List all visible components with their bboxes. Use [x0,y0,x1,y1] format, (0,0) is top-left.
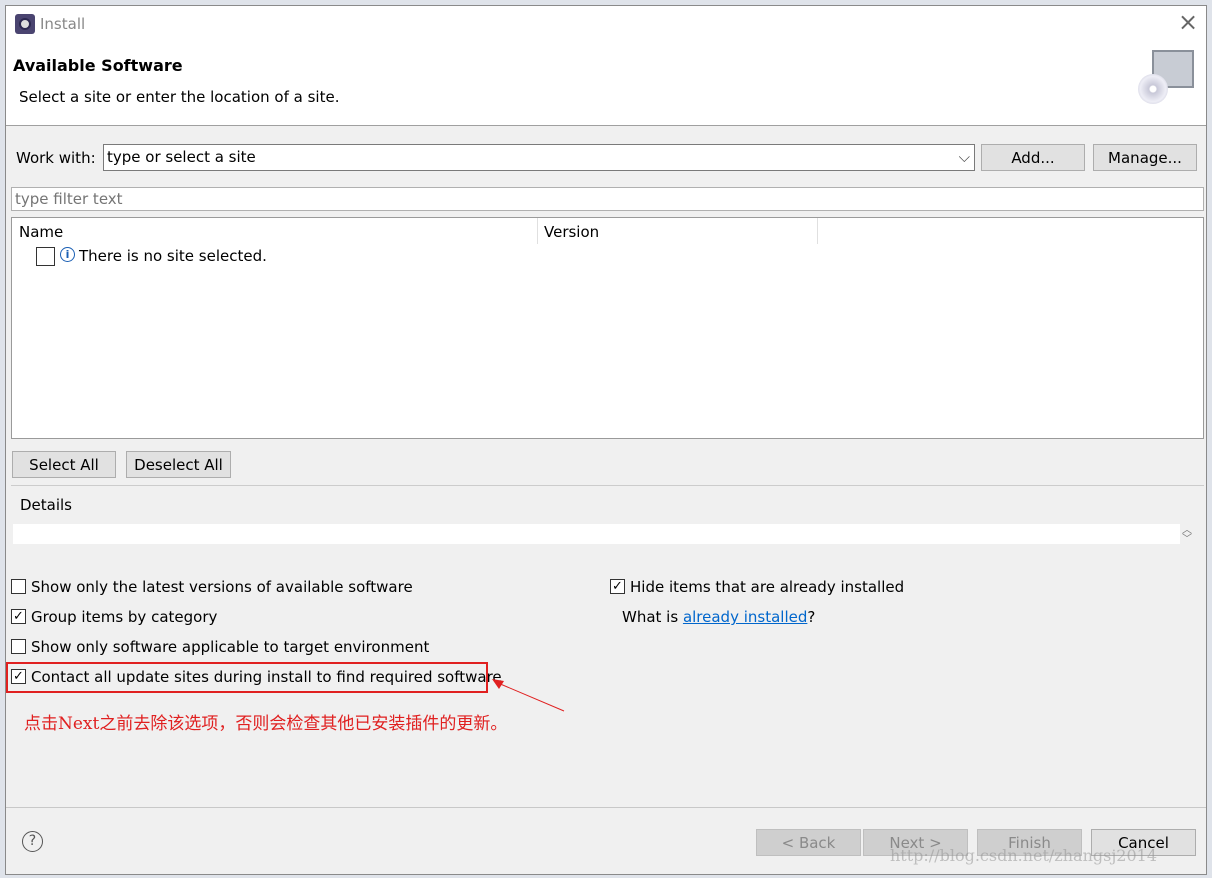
what-is-text: What is already installed? [622,608,816,626]
manage-button[interactable]: Manage... [1093,144,1197,171]
details-text [13,524,1180,544]
hide-installed-checkbox[interactable]: ✓ [610,579,625,594]
details-label: Details [20,496,73,514]
watermark: http://blog.csdn.net/zhangsj2014 [890,846,1158,865]
title-bar: Install × [6,6,1206,42]
column-header-name[interactable]: Name [19,223,63,241]
deselect-all-button[interactable]: Deselect All [126,451,231,478]
software-table: Name Version i There is no site selected… [11,217,1204,439]
page-subtitle: Select a site or enter the location of a… [19,88,340,106]
select-all-button[interactable]: Select All [12,451,116,478]
annotation-text: 点击Next之前去除该选项，否则会检查其他已安装插件的更新。 [24,714,508,734]
window-title: Install [40,15,86,33]
info-icon: i [60,247,75,262]
scroll-spinner[interactable]: ︿ ﹀ [1182,526,1192,545]
column-header-version[interactable]: Version [544,223,599,241]
help-button[interactable]: ? [22,831,43,852]
close-icon[interactable]: × [1178,8,1198,36]
filter-input[interactable] [11,187,1204,211]
eclipse-icon [15,14,35,34]
table-row[interactable]: i There is no site selected. [36,246,436,268]
work-with-combo[interactable]: type or select a site ⌵ [103,144,975,171]
already-installed-link[interactable]: already installed [683,608,807,626]
latest-checkbox[interactable] [11,579,26,594]
add-button[interactable]: Add... [981,144,1085,171]
wizard-header: Available Software Select a site or ente… [6,42,1206,126]
install-banner-icon [1138,48,1198,108]
install-dialog: Install × Available Software Select a si… [5,5,1207,875]
back-button[interactable]: < Back [756,829,861,856]
work-with-label: Work with: [16,149,96,167]
page-title: Available Software [13,56,183,75]
row-checkbox[interactable] [36,247,55,266]
group-checkbox[interactable]: ✓ [11,609,26,624]
chevron-down-icon: ⌵ [958,148,970,166]
contact-checkbox[interactable]: ✓ [11,669,26,684]
target-checkbox[interactable] [11,639,26,654]
